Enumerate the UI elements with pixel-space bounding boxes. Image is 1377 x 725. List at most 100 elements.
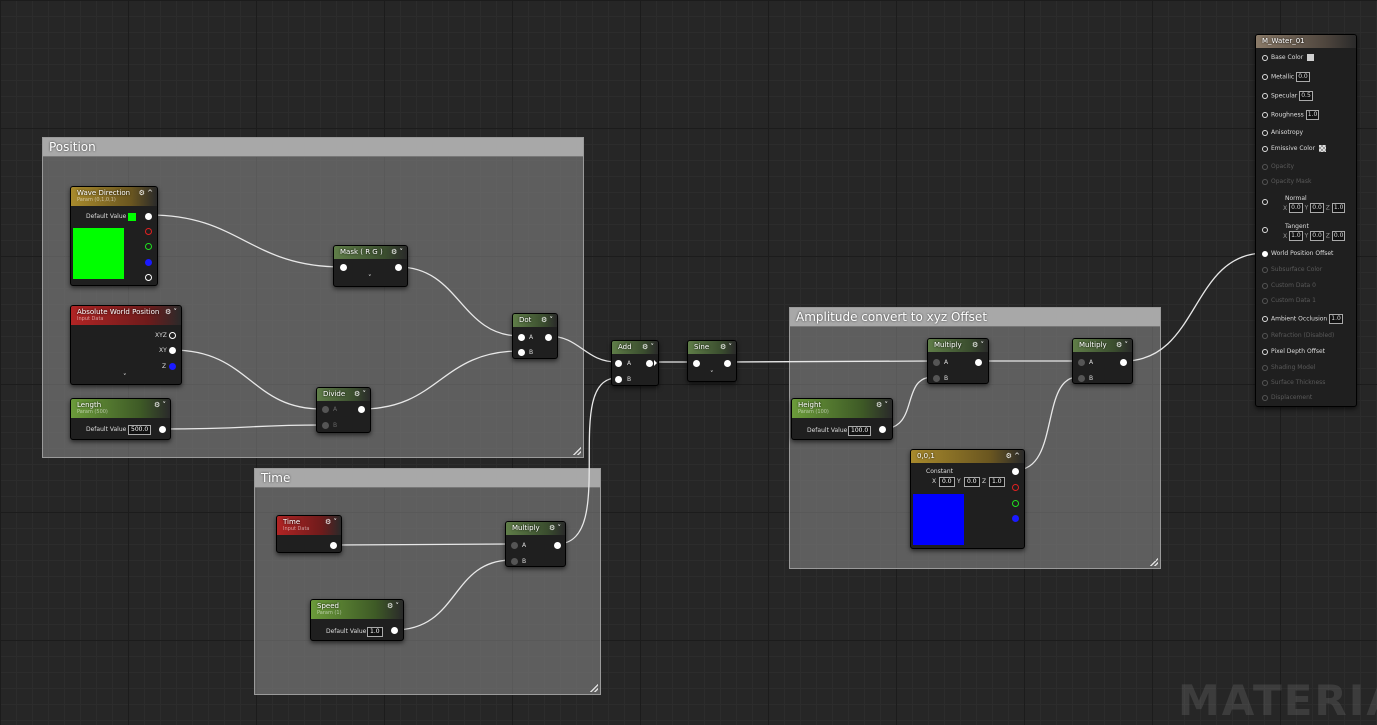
input-pin[interactable] <box>1262 74 1268 80</box>
ao-field[interactable]: 1.0 <box>1329 314 1343 324</box>
output-pin[interactable] <box>646 360 653 367</box>
input-shading-model[interactable]: Shading Model <box>1262 364 1315 371</box>
input-pin[interactable] <box>1262 316 1268 322</box>
node-header[interactable]: Multiply ⚙ ˅ <box>928 339 988 352</box>
input-pin[interactable] <box>1262 348 1268 355</box>
input-pin-a[interactable] <box>322 406 329 413</box>
output-pin[interactable] <box>391 627 398 634</box>
input-opacity-mask[interactable]: Opacity Mask <box>1262 178 1311 185</box>
emissive-swatch[interactable] <box>1318 145 1326 152</box>
output-pin-b[interactable] <box>145 259 152 266</box>
output-pin[interactable] <box>724 360 731 367</box>
input-pin[interactable] <box>1262 364 1268 371</box>
output-pin-g[interactable] <box>1012 500 1019 507</box>
collapse-icon[interactable]: ⚙ ˅ <box>549 524 561 532</box>
input-pin[interactable] <box>693 360 700 367</box>
output-pin[interactable] <box>879 426 886 433</box>
node-header[interactable]: M_Water_01 <box>1256 35 1356 48</box>
output-pin-z[interactable] <box>169 363 176 370</box>
collapse-icon[interactable]: ⚙ ˅ <box>720 343 732 351</box>
expand-icon[interactable]: ˅ <box>710 370 714 378</box>
default-value-field[interactable]: 1.0 <box>367 627 383 637</box>
node-header[interactable]: Time Input Data ⚙ ˅ <box>277 516 341 535</box>
output-pin-rgba[interactable] <box>145 213 152 220</box>
tangent-z-field[interactable]: 0.0 <box>1331 231 1346 241</box>
input-pin-b[interactable] <box>933 375 940 382</box>
node-header[interactable]: Speed Param (1) ⚙ ˅ <box>311 600 403 619</box>
node-multiply-2[interactable]: Multiply ⚙ ˅ A B <box>1072 338 1133 384</box>
input-pin[interactable] <box>1262 227 1268 233</box>
output-pin[interactable] <box>159 426 166 433</box>
input-ambient-occlusion[interactable]: Ambient Occlusion 1.0 <box>1262 314 1343 324</box>
collapse-icon[interactable]: ⚙ ^ <box>1006 452 1020 460</box>
input-pin-b[interactable] <box>1078 375 1085 382</box>
input-pin[interactable] <box>1262 250 1268 257</box>
input-pin[interactable] <box>1262 163 1268 170</box>
input-pin-a[interactable] <box>1078 359 1085 366</box>
node-dot[interactable]: Dot ⚙ ˅ A B <box>512 313 558 359</box>
input-anisotropy[interactable]: Anisotropy <box>1262 129 1303 136</box>
node-wave-direction[interactable]: Wave Direction Param (0,1,0,1) ⚙ ^ Defau… <box>70 186 158 286</box>
collapse-icon[interactable]: ⚙ ˅ <box>642 343 654 351</box>
input-opacity[interactable]: Opacity <box>1262 163 1294 170</box>
input-metallic[interactable]: Metallic 0.0 <box>1262 72 1310 82</box>
collapse-icon[interactable]: ⚙ ˅ <box>354 390 366 398</box>
input-surface-thickness[interactable]: Surface Thickness <box>1262 379 1325 386</box>
node-length[interactable]: Length Param (500) ⚙ ˅ Default Value 500… <box>70 398 171 440</box>
node-add[interactable]: Add ⚙ ˅ A B <box>611 340 659 386</box>
collapse-icon[interactable]: ⚙ ˅ <box>876 401 888 409</box>
input-custom-data-0[interactable]: Custom Data 0 <box>1262 282 1316 289</box>
node-time[interactable]: Time Input Data ⚙ ˅ <box>276 515 342 553</box>
collapse-icon[interactable]: ⚙ ˅ <box>972 341 984 349</box>
input-pin[interactable] <box>1262 54 1268 61</box>
input-pin[interactable] <box>1262 145 1268 152</box>
node-divide[interactable]: Divide ⚙ ˅ A B <box>316 387 371 433</box>
node-mask[interactable]: Mask ( R G ) ⚙ ˅ ˅ <box>333 245 408 287</box>
node-sine[interactable]: Sine ⚙ ˅ ˅ <box>687 340 737 382</box>
expand-icon[interactable]: ˅ <box>123 373 127 381</box>
input-pin-a[interactable] <box>933 359 940 366</box>
node-height[interactable]: Height Param (100) ⚙ ˅ Default Value 100… <box>791 398 893 440</box>
default-value-swatch[interactable] <box>128 213 136 221</box>
input-pin[interactable] <box>1262 282 1268 289</box>
tangent-y-field[interactable]: 0.0 <box>1310 231 1324 241</box>
collapse-icon[interactable]: ⚙ ˅ <box>154 401 166 409</box>
node-header[interactable]: Multiply ⚙ ˅ <box>506 522 565 535</box>
node-header[interactable]: Length Param (500) ⚙ ˅ <box>71 399 170 418</box>
node-speed[interactable]: Speed Param (1) ⚙ ˅ Default Value 1.0 <box>310 599 404 641</box>
input-pin[interactable] <box>340 264 347 271</box>
default-value-field[interactable]: 100.0 <box>848 426 872 436</box>
collapse-icon[interactable]: ⚙ ˅ <box>391 248 403 256</box>
normal-x-field[interactable]: 0.0 <box>1289 203 1303 213</box>
input-pin[interactable] <box>1262 266 1268 273</box>
input-pin-a[interactable] <box>615 360 622 367</box>
node-header[interactable]: Add ⚙ ˅ <box>612 341 658 354</box>
x-field[interactable]: 0.0 <box>939 477 955 487</box>
node-material-output[interactable]: M_Water_01 Base Color Metallic 0.0 Specul… <box>1255 34 1357 407</box>
input-pixel-depth-offset[interactable]: Pixel Depth Offset <box>1262 348 1325 355</box>
y-field[interactable]: 0.0 <box>964 477 980 487</box>
output-pin-r[interactable] <box>145 228 152 235</box>
input-pin[interactable] <box>1262 379 1268 386</box>
collapse-icon[interactable]: ⚙ ^ <box>139 189 153 197</box>
collapse-icon[interactable]: ⚙ ˅ <box>165 308 177 316</box>
node-header[interactable]: Height Param (100) ⚙ ˅ <box>792 399 892 418</box>
expand-icon[interactable]: ˅ <box>368 274 372 282</box>
input-pin-b[interactable] <box>511 558 518 565</box>
node-multiply-time[interactable]: Multiply ⚙ ˅ A B <box>505 521 566 567</box>
input-pin[interactable] <box>1262 199 1268 205</box>
normal-y-field[interactable]: 0.0 <box>1310 203 1324 213</box>
input-pin-a[interactable] <box>511 542 518 549</box>
input-base-color[interactable]: Base Color <box>1262 54 1315 61</box>
node-multiply-1[interactable]: Multiply ⚙ ˅ A B <box>927 338 989 384</box>
input-pin-b[interactable] <box>322 422 329 429</box>
node-header[interactable]: Mask ( R G ) ⚙ ˅ <box>334 246 407 259</box>
node-header[interactable]: Sine ⚙ ˅ <box>688 341 736 354</box>
node-header[interactable]: 0,0,1 ⚙ ^ <box>911 450 1024 463</box>
input-refraction[interactable]: Refraction (Disabled) <box>1262 332 1334 339</box>
output-pin[interactable] <box>1120 359 1127 366</box>
input-world-position-offset[interactable]: World Position Offset <box>1262 250 1333 257</box>
output-pin[interactable] <box>330 542 337 549</box>
node-header[interactable]: Multiply ⚙ ˅ <box>1073 339 1132 352</box>
input-pin[interactable] <box>1262 297 1268 304</box>
